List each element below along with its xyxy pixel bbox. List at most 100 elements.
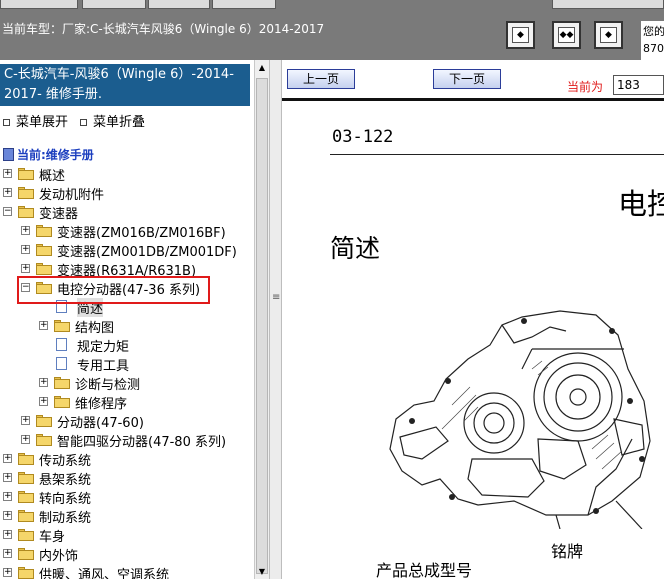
splitter-grip-icon: ≡ (272, 292, 281, 303)
tree-item[interactable]: + 智能四驱分动器(47-80 系列) (0, 430, 254, 450)
two-page-view-button[interactable]: ◆◆ (552, 21, 581, 49)
user-info-line-2: 870 (643, 42, 664, 55)
prev-page-button[interactable]: 上一页 (287, 69, 355, 89)
tree-item-label: 悬架系统 (39, 473, 92, 488)
tree-scrollbar[interactable]: ▲ ▼ (254, 60, 269, 579)
expand-toggle-icon[interactable]: + (21, 264, 30, 273)
tree-item[interactable]: + 内外饰 (0, 544, 254, 564)
folder-icon (36, 415, 52, 427)
top-toolbar-button-1[interactable] (0, 0, 78, 9)
page-navigation: 上一页 下一页 当前为 183 (282, 60, 664, 98)
tree-item-label: 规定力矩 (77, 340, 130, 355)
expand-all-link[interactable]: 菜单展开 (16, 115, 68, 130)
top-toolbar-button-4[interactable] (212, 0, 276, 9)
expand-toggle-icon[interactable]: + (3, 188, 12, 197)
folder-icon (36, 263, 52, 275)
manual-tree: + 概述 + 发动机附件 − 变速器 + 变速器(ZM016B/ZM016BF) + 变速器(ZM… (0, 164, 254, 579)
tree-item[interactable]: 规定力矩 (0, 335, 254, 355)
tree-item[interactable]: + 车身 (0, 525, 254, 545)
expand-toggle-icon[interactable]: + (39, 321, 48, 330)
folder-icon (54, 377, 70, 389)
scroll-down-icon[interactable]: ▼ (255, 564, 269, 579)
folder-icon (18, 206, 34, 218)
expand-toggle-icon[interactable]: + (3, 473, 12, 482)
tree-item-label: 制动系统 (39, 511, 92, 526)
tree-item[interactable]: + 传动系统 (0, 449, 254, 469)
expand-toggle-icon[interactable]: + (21, 226, 30, 235)
expand-toggle-icon[interactable]: + (21, 245, 30, 254)
tree-item[interactable]: + 制动系统 (0, 506, 254, 526)
tree-item-label: 诊断与检测 (75, 378, 141, 393)
tree-item[interactable]: + 发动机附件 (0, 183, 254, 203)
expand-icon (3, 119, 10, 126)
manual-book-icon (3, 148, 14, 161)
tree-item-label: 结构图 (75, 321, 115, 336)
expand-toggle-icon[interactable]: + (3, 549, 12, 558)
assembly-model-caption: 产品总成型号 (376, 561, 473, 579)
scroll-thumb[interactable] (256, 78, 268, 574)
highlight-annotation (17, 276, 210, 304)
transfer-case-drawing (389, 310, 651, 529)
fit-page-view-button[interactable]: ◆ (594, 21, 623, 49)
top-toolbar-button-3[interactable] (148, 0, 210, 9)
expand-toggle-icon[interactable]: + (21, 416, 30, 425)
tree-item-label: 维修程序 (75, 397, 128, 412)
page-number-input[interactable]: 183 (613, 75, 664, 95)
expand-toggle-icon[interactable]: + (3, 169, 12, 178)
tree-item[interactable]: 专用工具 (0, 354, 254, 374)
expand-toggle-icon[interactable]: + (39, 397, 48, 406)
expand-toggle-icon[interactable]: + (3, 511, 12, 520)
folder-icon (54, 396, 70, 408)
folder-icon (36, 244, 52, 256)
tree-item-label: 内外饰 (39, 549, 79, 564)
tree-panel: C-长城汽车-风骏6（Wingle 6）-2014-2017- 维修手册. 菜单… (0, 60, 254, 579)
expand-toggle-icon[interactable]: + (3, 454, 12, 463)
tree-item[interactable]: + 悬架系统 (0, 468, 254, 488)
tree-item[interactable]: − 变速器 (0, 202, 254, 222)
folder-icon (18, 472, 34, 484)
page-number: 03-122 (332, 127, 394, 147)
folder-icon (18, 453, 34, 465)
header-rule (330, 154, 664, 155)
tree-item[interactable]: + 分动器(47-60) (0, 411, 254, 431)
tree-item[interactable]: + 诊断与检测 (0, 373, 254, 393)
folder-icon (18, 168, 34, 180)
expand-toggle-icon[interactable]: + (3, 568, 12, 577)
page-icon (56, 338, 67, 351)
next-page-button[interactable]: 下一页 (433, 69, 501, 89)
tree-item[interactable]: + 转向系统 (0, 487, 254, 507)
expand-toggle-icon[interactable]: + (3, 492, 12, 501)
tree-item-label: 分动器(47-60) (57, 416, 144, 431)
tree-item-label: 转向系统 (39, 492, 92, 507)
top-toolbar-button-2[interactable] (82, 0, 146, 9)
expand-toggle-icon[interactable]: + (39, 378, 48, 387)
scroll-up-icon[interactable]: ▲ (255, 60, 269, 75)
app-window: 当前车型：厂家:C-长城汽车风骏6（Wingle 6）2014-2017 ◆ ◆… (0, 0, 664, 579)
current-page-label: 当前为 (567, 80, 604, 94)
tree-item-label: 发动机附件 (39, 188, 105, 203)
tree-item-label: 变速器 (39, 207, 79, 222)
expand-toggle-icon[interactable]: + (21, 435, 30, 444)
folder-icon (18, 510, 34, 522)
top-bar: 当前车型：厂家:C-长城汽车风骏6（Wingle 6）2014-2017 ◆ ◆… (0, 0, 664, 61)
page-icon (56, 357, 67, 370)
tree-item[interactable]: + 维修程序 (0, 392, 254, 412)
expand-toggle-icon[interactable]: + (3, 530, 12, 539)
tree-item[interactable]: + 供暖、通风、空调系统 (0, 563, 254, 579)
tree-item[interactable]: + 变速器(ZM001DB/ZM001DF) (0, 240, 254, 260)
tree-item[interactable]: + 变速器(ZM016B/ZM016BF) (0, 221, 254, 241)
top-toolbar-button-5[interactable] (552, 0, 664, 9)
tree-item[interactable]: + 结构图 (0, 316, 254, 336)
tree-item-label: 供暖、通风、空调系统 (39, 568, 170, 579)
tree-item[interactable]: + 概述 (0, 164, 254, 184)
collapse-icon (80, 119, 88, 126)
folder-icon (36, 225, 52, 237)
document-page: 03-122 电控 简述 铭牌 产品总成型号 (282, 101, 664, 579)
collapse-all-link[interactable]: 菜单折叠 (93, 115, 145, 130)
manual-title[interactable]: C-长城汽车-风骏6（Wingle 6）-2014-2017- 维修手册. (0, 64, 250, 106)
collapse-toggle-icon[interactable]: − (3, 207, 12, 216)
current-manual[interactable]: 当前:维修手册 (3, 146, 94, 163)
panel-splitter[interactable]: ≡ (269, 60, 282, 579)
tree-item-label: 专用工具 (77, 359, 130, 374)
single-page-view-button[interactable]: ◆ (506, 21, 535, 49)
